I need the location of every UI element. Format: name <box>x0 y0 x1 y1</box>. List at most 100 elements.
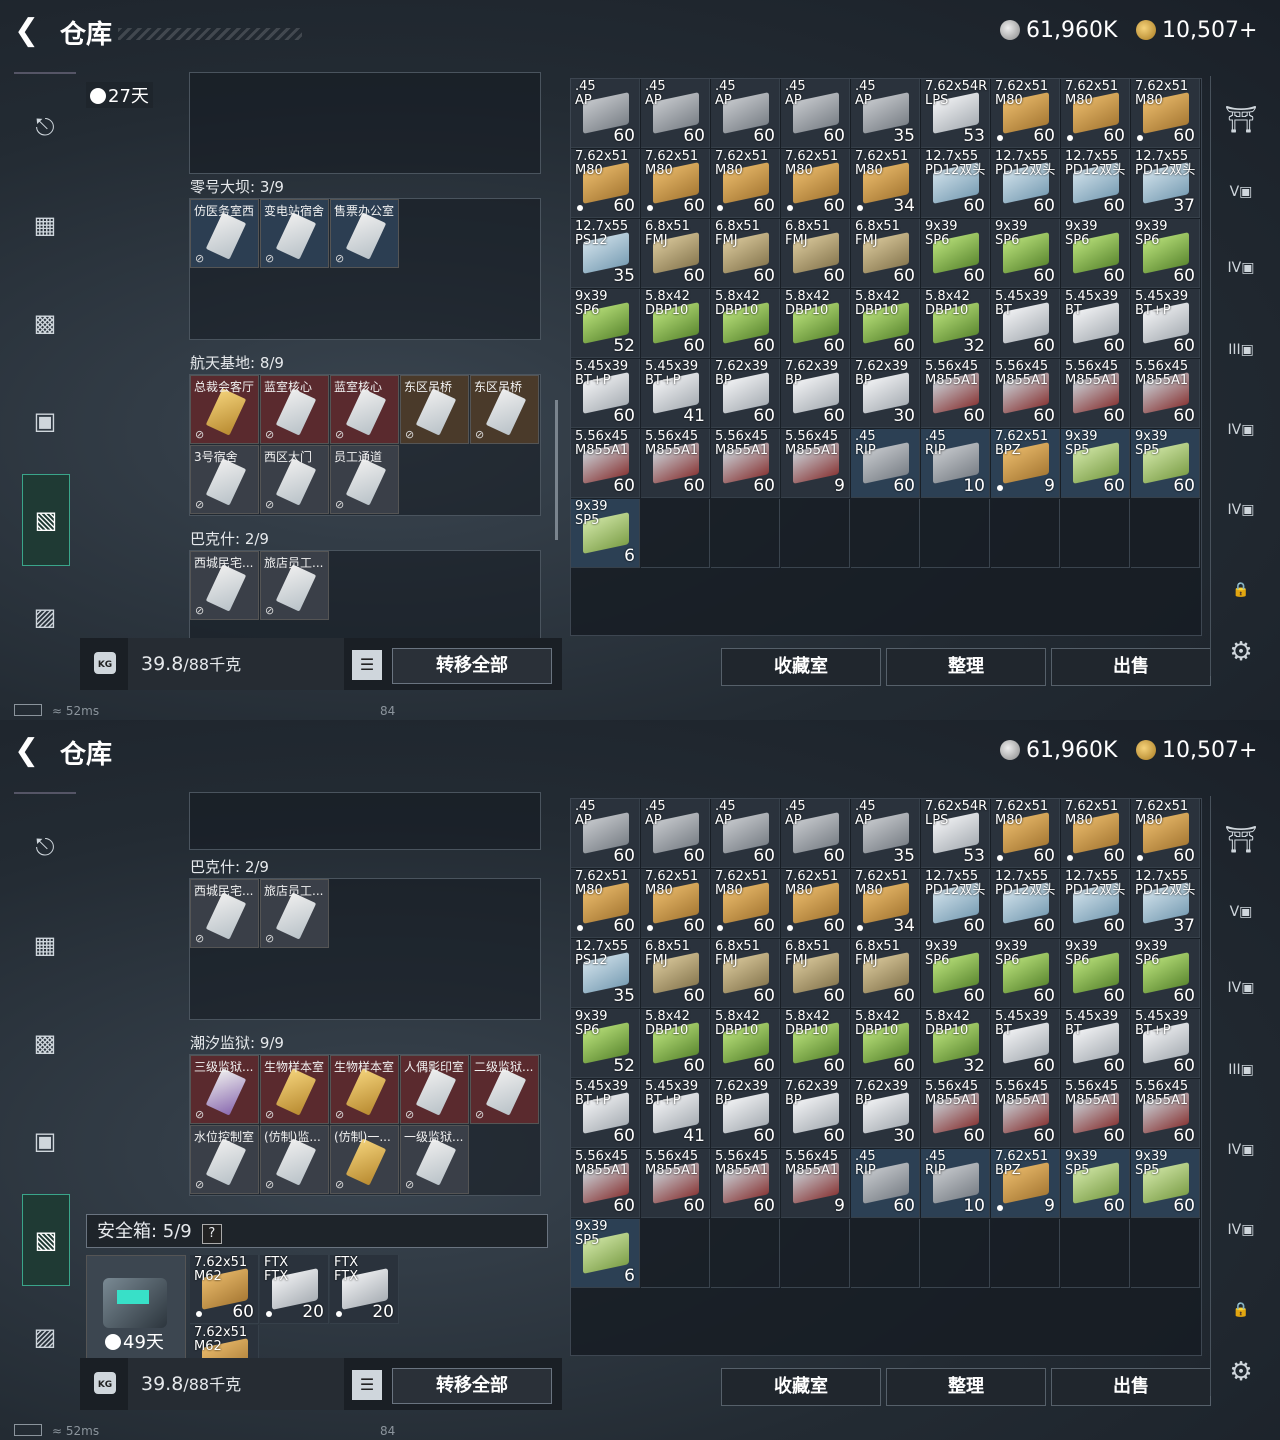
chest-rig-icon[interactable]: ▣ <box>22 1118 68 1164</box>
ammo-item[interactable]: .45 AP 35 <box>851 79 920 148</box>
keycard-item[interactable]: 3号宿舍 ⊘ <box>190 445 259 514</box>
ammo-item[interactable]: 9x39 SP5 60 <box>1131 1149 1200 1218</box>
ammo-item[interactable]: 12.7x55 PS12 35 <box>571 219 640 288</box>
keycard-case-icon[interactable]: ▧ <box>22 1194 70 1286</box>
empty-slot[interactable] <box>921 499 990 568</box>
ammo-item[interactable]: 5.56x45 M855A1 60 <box>1061 359 1130 428</box>
ammo-item[interactable]: 5.45x39 BT+P 60 <box>1131 289 1200 358</box>
safebox-ammo-item[interactable]: FTX FTX 20 <box>260 1255 329 1324</box>
ammo-item[interactable]: 9x39 SP6 60 <box>921 939 990 1008</box>
ammo-item[interactable]: 7.62x51 M80 60 <box>641 869 710 938</box>
empty-slot[interactable] <box>781 1219 850 1288</box>
ammo-item[interactable]: .45 AP 60 <box>641 799 710 868</box>
ammo-item[interactable]: 7.62x39 BP 60 <box>781 1079 850 1148</box>
empty-slot[interactable] <box>1131 1219 1200 1288</box>
ammo-item[interactable]: 5.56x45 M855A1 9 <box>781 429 850 498</box>
backpack-icon[interactable]: ▩ <box>22 300 68 346</box>
ammo-item[interactable]: 7.62x51 M80 60 <box>641 149 710 218</box>
keycard-item[interactable]: 售票办公室 ⊘ <box>330 199 399 268</box>
sell-button[interactable]: 出售 <box>1051 1368 1211 1406</box>
keycard-item[interactable]: 水位控制室 ⊘ <box>190 1125 259 1194</box>
ammo-item[interactable]: 6.8x51 FMJ 60 <box>781 939 850 1008</box>
ammo-item[interactable]: 5.56x45 M855A1 60 <box>1061 1079 1130 1148</box>
keycard-list[interactable]: 巴克什: 2/9 西城民宅... ⊘ 旅店员工... ⊘ 潮汐监狱: 9/9 三级监狱...… <box>80 792 562 1210</box>
settings-gear-icon[interactable]: ⚙ <box>1219 1352 1263 1392</box>
ammo-item[interactable]: 7.62x39 BP 60 <box>781 359 850 428</box>
ammo-item[interactable]: .45 RIP 10 <box>921 1149 990 1218</box>
ammo-item[interactable]: 5.45x39 BT 60 <box>991 1009 1060 1078</box>
left-scrollbar[interactable] <box>555 400 558 540</box>
ammo-item[interactable]: 5.8x42 DBP10 60 <box>641 289 710 358</box>
transfer-all-button[interactable]: 转移全部 <box>392 1368 552 1404</box>
ammo-item[interactable]: 9x39 SP6 52 <box>571 1009 640 1078</box>
ammo-item[interactable]: 5.56x45 M855A1 60 <box>641 429 710 498</box>
pistol-icon[interactable]: ⎋ <box>22 104 68 150</box>
ammo-item[interactable]: 6.8x51 FMJ 60 <box>641 219 710 288</box>
ammo-item[interactable]: .45 RIP 60 <box>851 429 920 498</box>
ammo-item[interactable]: 9x39 SP6 60 <box>1131 939 1200 1008</box>
keycard-item[interactable]: 仿医务室西 ⊘ <box>190 199 259 268</box>
keycard-item[interactable]: (仿制)监... ⊘ <box>260 1125 329 1194</box>
ammo-item[interactable]: 7.62x51 M80 60 <box>711 149 780 218</box>
ammo-item[interactable]: 7.62x54R LPS 53 <box>921 799 990 868</box>
ammo-item[interactable]: 5.56x45 M855A1 60 <box>641 1149 710 1218</box>
case-iv-icon[interactable]: IV▣ <box>1219 968 1263 1008</box>
ammo-item[interactable]: 5.45x39 BT+P 60 <box>571 359 640 428</box>
keycard-item[interactable]: 蓝室核心 ⊘ <box>260 375 329 444</box>
keycard-item[interactable]: 总裁会客厅 ⊘ <box>190 375 259 444</box>
ammo-item[interactable]: .45 RIP 60 <box>851 1149 920 1218</box>
ammo-item[interactable]: 5.56x45 M855A1 60 <box>921 359 990 428</box>
ammo-item[interactable]: .45 RIP 10 <box>921 429 990 498</box>
collection-room-button[interactable]: 收藏室 <box>721 648 881 686</box>
ammo-item[interactable]: 5.56x45 M855A1 9 <box>781 1149 850 1218</box>
ammo-item[interactable]: 9x39 SP6 60 <box>1131 219 1200 288</box>
ammo-item[interactable]: 5.8x42 DBP10 60 <box>781 1009 850 1078</box>
gold-currency[interactable]: 10,507+ <box>1136 738 1257 763</box>
keycard-item[interactable]: 员工通道 ⊘ <box>330 445 399 514</box>
ammo-item[interactable]: 7.62x51 M80 60 <box>991 799 1060 868</box>
armor-vest-icon[interactable]: ▦ <box>22 922 68 968</box>
ammo-item[interactable]: 7.62x51 M80 60 <box>571 869 640 938</box>
ammo-item[interactable]: 5.45x39 BT 60 <box>991 289 1060 358</box>
ammo-item[interactable]: 5.45x39 BT+P 60 <box>1131 1009 1200 1078</box>
empty-slot[interactable] <box>991 499 1060 568</box>
keycard-item[interactable]: 西区大门 ⊘ <box>260 445 329 514</box>
ammo-item[interactable]: 6.8x51 FMJ 60 <box>711 939 780 1008</box>
keycard-item[interactable]: 生物样本室 ⊘ <box>330 1055 399 1124</box>
ammo-item[interactable]: 9x39 SP5 60 <box>1131 429 1200 498</box>
ammo-item[interactable]: 5.45x39 BT+P 41 <box>641 359 710 428</box>
ammo-item[interactable]: 9x39 SP6 60 <box>921 219 990 288</box>
ammo-item[interactable]: 5.56x45 M855A1 60 <box>571 1149 640 1218</box>
ammo-item[interactable]: .45 AP 60 <box>711 79 780 148</box>
ammo-item[interactable]: 7.62x39 BP 30 <box>851 359 920 428</box>
ammo-item[interactable]: 5.56x45 M855A1 60 <box>1131 359 1200 428</box>
transfer-all-button[interactable]: 转移全部 <box>392 648 552 684</box>
ammo-item[interactable]: 12.7x55 PD12双头 37 <box>1131 149 1200 218</box>
ammo-item[interactable]: 7.62x51 M80 60 <box>1061 79 1130 148</box>
ammo-item[interactable]: 7.62x51 M80 34 <box>851 149 920 218</box>
ammo-item[interactable]: 6.8x51 FMJ 60 <box>781 219 850 288</box>
ammo-item[interactable]: .45 AP 60 <box>781 79 850 148</box>
ammo-item[interactable]: 5.8x42 DBP10 60 <box>851 1009 920 1078</box>
keycard-item[interactable]: 旅店员工... ⊘ <box>260 551 329 620</box>
ammo-item[interactable]: 7.62x51 M80 60 <box>711 869 780 938</box>
lock-icon[interactable]: 🔒 <box>1219 570 1263 610</box>
keycard-item[interactable]: 变电站宿舍 ⊘ <box>260 199 329 268</box>
case-iv-b-icon[interactable]: IV▣ <box>1219 410 1263 450</box>
ammo-item[interactable]: 5.8x42 DBP10 32 <box>921 289 990 358</box>
case-iv-c-icon[interactable]: IV▣ <box>1219 1210 1263 1250</box>
collection-room-button[interactable]: 收藏室 <box>721 1368 881 1406</box>
ammo-item[interactable]: 9x39 SP5 6 <box>571 1219 640 1288</box>
ammo-item[interactable]: 9x39 SP6 60 <box>991 939 1060 1008</box>
ammo-item[interactable]: 7.62x51 M80 60 <box>991 79 1060 148</box>
ammo-item[interactable]: 12.7x55 PD12双头 37 <box>1131 869 1200 938</box>
ammo-item[interactable]: 7.62x39 BP 60 <box>711 359 780 428</box>
ammo-item[interactable]: 12.7x55 PD12双头 60 <box>921 869 990 938</box>
empty-slot[interactable] <box>1131 499 1200 568</box>
ammo-item[interactable]: 5.8x42 DBP10 60 <box>711 289 780 358</box>
ammo-item[interactable]: 7.62x51 M80 60 <box>1131 799 1200 868</box>
ammo-item[interactable]: 7.62x39 BP 30 <box>851 1079 920 1148</box>
keycard-item[interactable]: (仿制)一... ⊘ <box>330 1125 399 1194</box>
ammo-item[interactable]: 9x39 SP5 6 <box>571 499 640 568</box>
ammo-item[interactable]: 5.8x42 DBP10 60 <box>641 1009 710 1078</box>
